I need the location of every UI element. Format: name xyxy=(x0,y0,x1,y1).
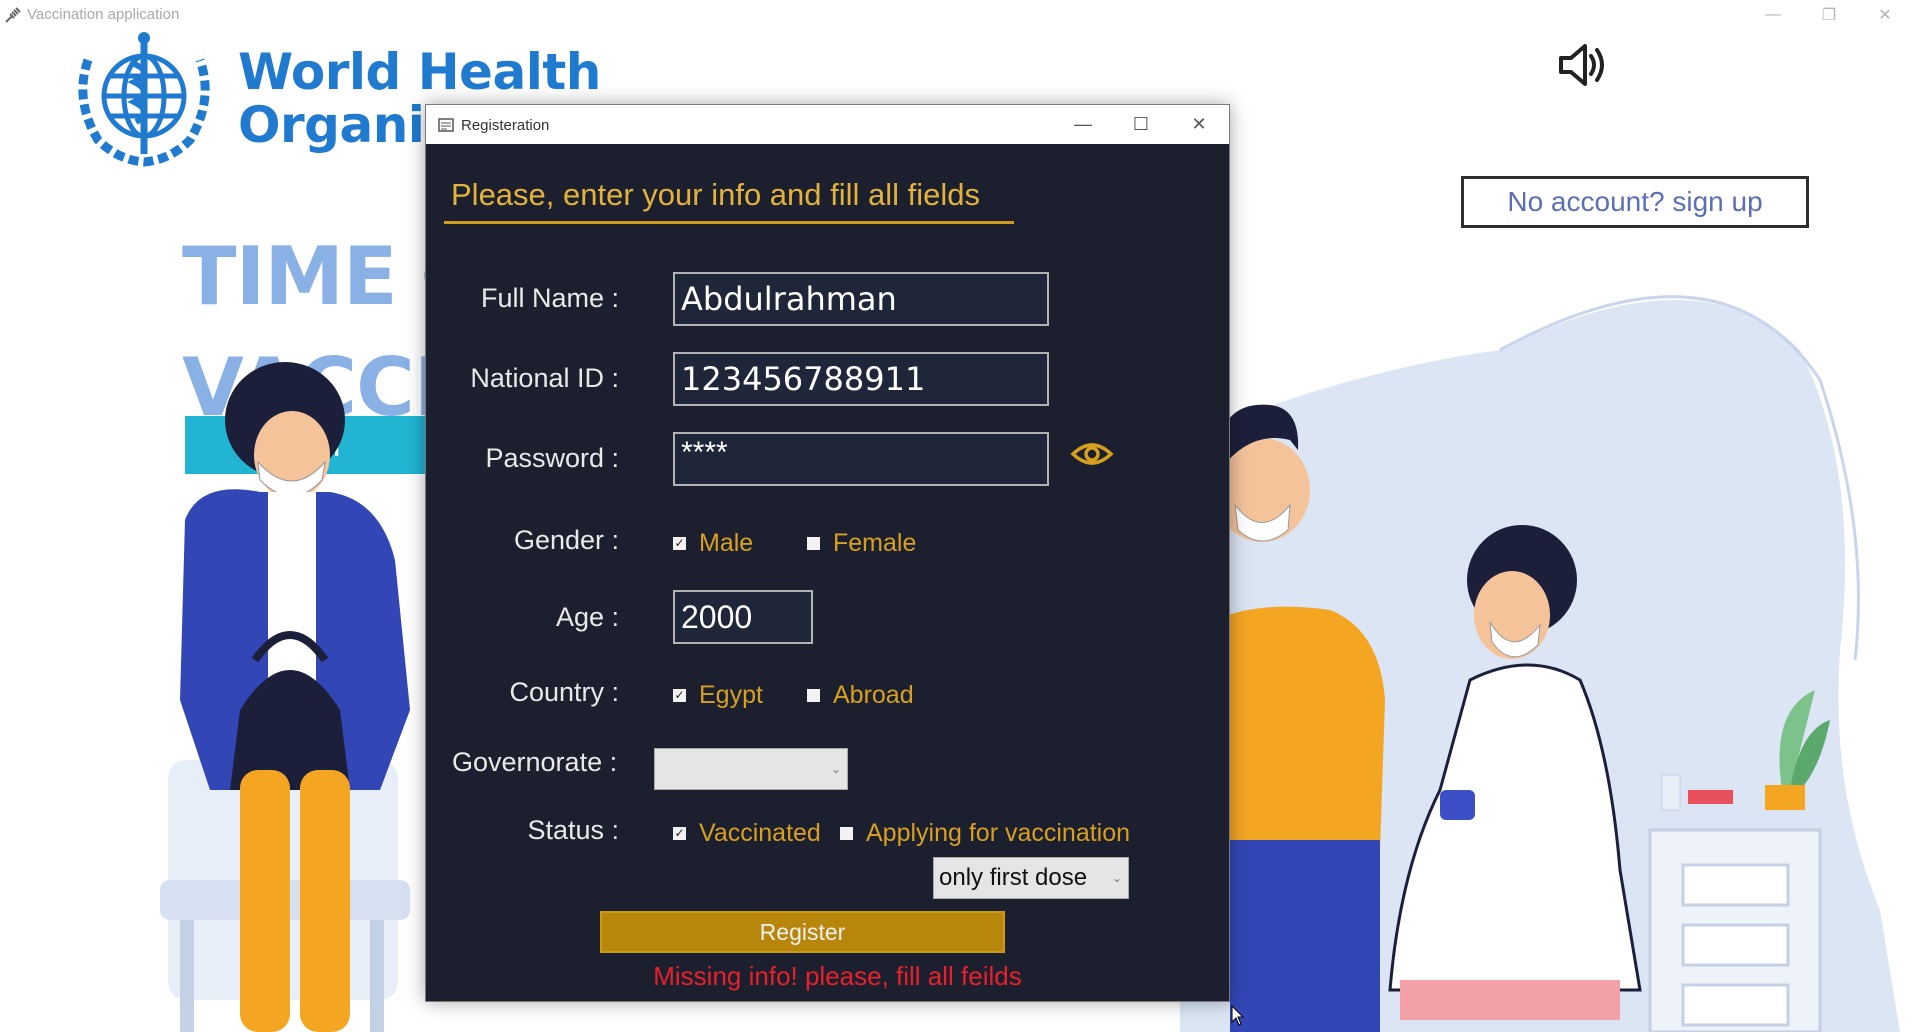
minimize-button[interactable]: — xyxy=(1745,0,1801,30)
dialog-titlebar: Registeration — ☐ ✕ xyxy=(426,105,1229,144)
dose-select[interactable]: only first dose ⌄ xyxy=(933,857,1129,899)
password-input[interactable]: **** xyxy=(673,432,1049,486)
eye-icon[interactable] xyxy=(1070,438,1114,470)
country-label: Country : xyxy=(509,677,619,707)
checkbox-label: Vaccinated xyxy=(699,819,821,847)
syringe-icon xyxy=(5,7,21,23)
gender-label: Gender : xyxy=(513,525,619,555)
country-abroad-checkbox[interactable]: Abroad xyxy=(807,681,914,710)
country-egypt-checkbox[interactable]: ✓ Egypt xyxy=(673,681,763,710)
close-icon: ✕ xyxy=(1191,114,1207,134)
form-icon xyxy=(438,118,454,132)
checkbox-unchecked-icon xyxy=(807,537,820,550)
checkbox-label: Male xyxy=(699,529,754,557)
governorate-select[interactable]: ⌄ xyxy=(654,748,848,790)
governorate-label: Governorate : xyxy=(452,747,618,777)
dialog-close-button[interactable]: ✕ xyxy=(1170,105,1228,144)
dialog-title: Registeration xyxy=(461,117,550,134)
mouse-cursor-icon xyxy=(1231,1005,1245,1026)
dose-value: only first dose xyxy=(939,864,1088,891)
national-id-label: National ID : xyxy=(470,363,619,393)
registration-dialog: Registeration — ☐ ✕ Please, enter your i… xyxy=(425,104,1245,1026)
minimize-icon: — xyxy=(1765,6,1781,23)
heading-underline xyxy=(444,221,1014,224)
national-id-input[interactable]: 123456788911 xyxy=(673,352,1049,406)
checkbox-label: Female xyxy=(833,529,917,557)
speaker-icon[interactable] xyxy=(1555,40,1613,90)
age-label: Age : xyxy=(555,602,619,632)
full-name-label: Full Name : xyxy=(480,283,619,313)
password-label: Password : xyxy=(485,443,619,473)
checkbox-checked-icon: ✓ xyxy=(673,826,686,840)
who-emblem-icon xyxy=(78,32,210,167)
status-applying-checkbox[interactable]: Applying for vaccination xyxy=(840,819,1130,848)
window-title: Vaccination application xyxy=(27,6,180,23)
chevron-down-icon: ⌄ xyxy=(830,762,841,776)
dialog-maximize-button[interactable]: ☐ xyxy=(1112,105,1170,144)
checkbox-label: Egypt xyxy=(699,681,763,709)
maximize-icon: ❐ xyxy=(1821,7,1837,24)
who-line-1: World Health xyxy=(238,43,601,101)
checkbox-checked-icon: ✓ xyxy=(673,536,686,550)
close-button[interactable]: ✕ xyxy=(1857,0,1913,30)
checkbox-unchecked-icon xyxy=(840,827,853,840)
error-message: Missing info! please, fill all feilds xyxy=(653,961,1022,991)
full-name-input[interactable]: Abdulrahman xyxy=(673,272,1049,326)
status-vaccinated-checkbox[interactable]: ✓ Vaccinated xyxy=(673,819,821,848)
dialog-minimize-button[interactable]: — xyxy=(1054,105,1112,144)
minimize-icon: — xyxy=(1074,114,1092,134)
checkbox-unchecked-icon xyxy=(807,689,820,702)
checkbox-label: Abroad xyxy=(833,681,914,709)
dialog-heading: Please, enter your info and fill all fie… xyxy=(451,177,981,212)
gender-male-checkbox[interactable]: ✓ Male xyxy=(673,529,753,558)
maximize-button[interactable]: ❐ xyxy=(1801,0,1857,30)
register-button[interactable]: Register xyxy=(600,911,1005,953)
main-titlebar: Vaccination application — ❐ ✕ xyxy=(0,0,1919,30)
age-input[interactable]: 2000 xyxy=(673,590,813,644)
signup-button[interactable]: No account? sign up xyxy=(1461,176,1809,228)
status-label: Status : xyxy=(527,815,619,845)
chevron-down-icon: ⌄ xyxy=(1111,871,1122,885)
checkbox-checked-icon: ✓ xyxy=(673,688,686,702)
close-icon: ✕ xyxy=(1878,7,1892,24)
maximize-icon: ☐ xyxy=(1132,114,1150,134)
gender-female-checkbox[interactable]: Female xyxy=(807,529,916,558)
checkbox-label: Applying for vaccination xyxy=(866,819,1131,847)
